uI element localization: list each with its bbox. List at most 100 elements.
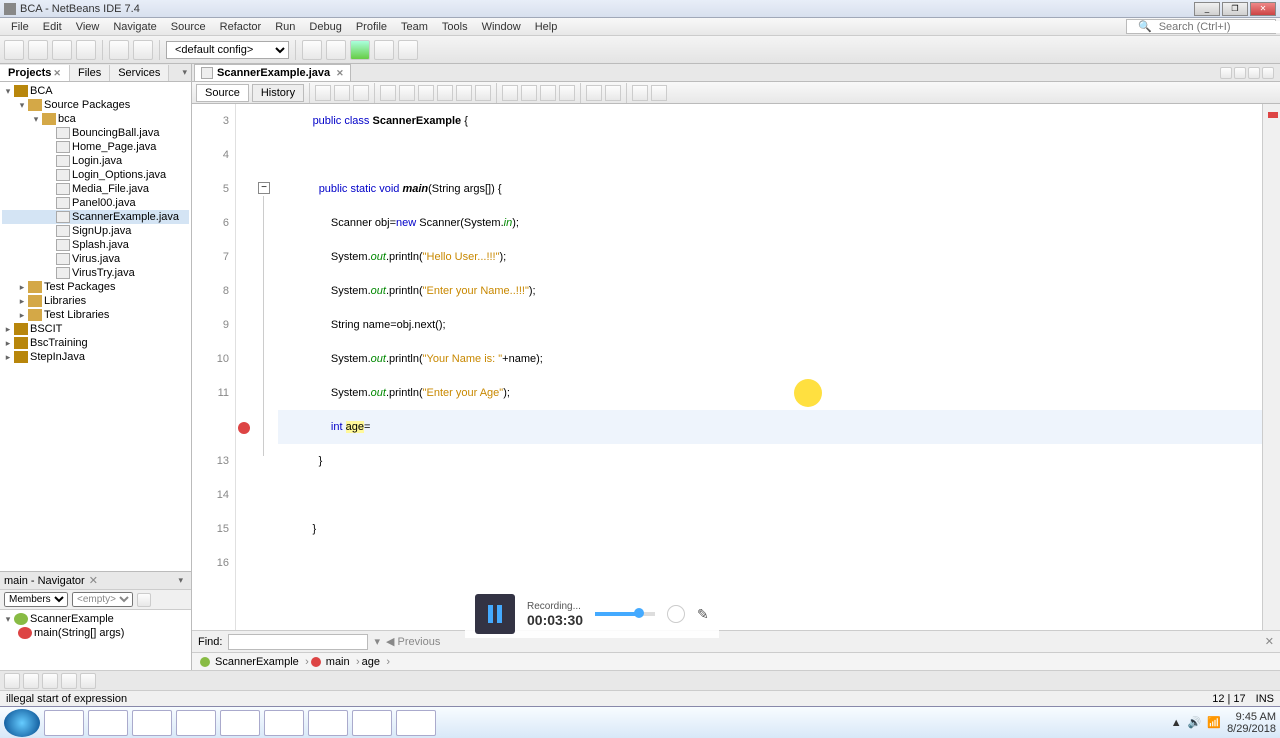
build-button[interactable] (302, 40, 322, 60)
taskbar-app[interactable] (176, 710, 216, 736)
run-button[interactable] (350, 40, 370, 60)
tab-list-button[interactable] (1248, 67, 1260, 79)
breadcrumb-item[interactable]: ScannerExample (196, 656, 307, 668)
project-tree[interactable]: ▾BCA▾Source Packages▾bcaBouncingBall.jav… (0, 82, 191, 571)
et-btn[interactable] (475, 85, 491, 101)
et-btn[interactable] (559, 85, 575, 101)
menu-run[interactable]: Run (268, 21, 302, 33)
menu-debug[interactable]: Debug (302, 21, 348, 33)
undo-button[interactable] (109, 40, 129, 60)
menu-refactor[interactable]: Refactor (213, 21, 269, 33)
tree-item[interactable]: Splash.java (2, 238, 189, 252)
menu-help[interactable]: Help (528, 21, 565, 33)
et-btn[interactable] (502, 85, 518, 101)
profile-button[interactable] (398, 40, 418, 60)
tree-item[interactable]: ▾bca (2, 112, 189, 126)
close-icon[interactable]: ✕ (336, 68, 344, 79)
fold-toggle[interactable]: − (258, 182, 270, 194)
menu-edit[interactable]: Edit (36, 21, 69, 33)
tree-item[interactable]: ▸Test Packages (2, 280, 189, 294)
btn[interactable] (61, 673, 77, 689)
et-btn[interactable] (456, 85, 472, 101)
open-project-button[interactable] (52, 40, 72, 60)
tree-item[interactable]: Virus.java (2, 252, 189, 266)
et-btn[interactable] (334, 85, 350, 101)
tray-icon[interactable]: 🔊 (1188, 716, 1202, 729)
et-btn[interactable] (418, 85, 434, 101)
filter-select[interactable]: <empty> (72, 592, 133, 607)
taskbar-app[interactable] (44, 710, 84, 736)
tab-services[interactable]: Services (110, 65, 169, 81)
tree-item[interactable]: ▸BSCIT (2, 322, 189, 336)
menu-team[interactable]: Team (394, 21, 435, 33)
et-btn[interactable] (605, 85, 621, 101)
members-select[interactable]: Members (4, 592, 68, 607)
nav-method[interactable]: main(String[] args) (2, 626, 189, 640)
tree-item[interactable]: ▸BscTraining (2, 336, 189, 350)
quick-search[interactable]: 🔍 (1126, 19, 1276, 34)
tab-prev-button[interactable] (1220, 67, 1232, 79)
close-icon[interactable]: ✕ (89, 574, 98, 587)
code-content[interactable]: public class ScannerExample { public sta… (278, 104, 1262, 630)
system-tray[interactable]: ▲ 🔊 📶 9:45 AM 8/29/2018 (1171, 711, 1276, 735)
tab-projects[interactable]: Projects✕ (0, 65, 70, 81)
tree-item[interactable]: Media_File.java (2, 182, 189, 196)
tab-next-button[interactable] (1234, 67, 1246, 79)
pause-button[interactable] (475, 594, 515, 634)
tree-item[interactable]: Home_Page.java (2, 140, 189, 154)
taskbar-app[interactable] (264, 710, 304, 736)
history-tab[interactable]: History (252, 84, 304, 102)
tab-files[interactable]: Files (70, 65, 110, 81)
close-icon[interactable]: ✕ (53, 68, 61, 78)
screen-recorder[interactable]: Recording... 00:03:30 ✎ (465, 590, 719, 638)
menu-window[interactable]: Window (475, 21, 528, 33)
breadcrumb-item[interactable]: main (307, 656, 358, 668)
taskbar-app[interactable] (352, 710, 392, 736)
tree-item[interactable]: Login.java (2, 154, 189, 168)
tray-icon[interactable]: ▲ (1171, 717, 1182, 729)
et-btn[interactable] (521, 85, 537, 101)
nav-settings-icon[interactable] (137, 593, 151, 607)
tree-item[interactable]: SignUp.java (2, 224, 189, 238)
tree-item[interactable]: ▾Source Packages (2, 98, 189, 112)
editor-tab[interactable]: ScannerExample.java ✕ (194, 64, 351, 81)
save-all-button[interactable] (76, 40, 96, 60)
maximize-button[interactable]: ❐ (1222, 2, 1248, 16)
source-tab[interactable]: Source (196, 84, 249, 102)
menu-profile[interactable]: Profile (349, 21, 394, 33)
nav-class[interactable]: ▾ScannerExample (2, 612, 189, 626)
nav-button[interactable] (42, 673, 58, 689)
redo-button[interactable] (133, 40, 153, 60)
menu-file[interactable]: File (4, 21, 36, 33)
tree-item[interactable]: ▾BCA (2, 84, 189, 98)
webcam-button[interactable] (667, 605, 685, 623)
breadcrumb-item[interactable]: age (358, 656, 388, 668)
tree-item[interactable]: Panel00.java (2, 196, 189, 210)
et-btn[interactable] (540, 85, 556, 101)
taskbar-app[interactable] (396, 710, 436, 736)
menu-source[interactable]: Source (164, 21, 213, 33)
debug-button[interactable] (374, 40, 394, 60)
taskbar-app[interactable] (220, 710, 260, 736)
tree-item[interactable]: ScannerExample.java (2, 210, 189, 224)
minimize-button[interactable]: _ (1194, 2, 1220, 16)
et-btn[interactable] (380, 85, 396, 101)
tray-icon[interactable]: 📶 (1207, 716, 1221, 729)
start-button[interactable] (4, 709, 40, 737)
panel-menu-icon[interactable]: ▾ (174, 575, 187, 586)
error-marker[interactable] (1268, 112, 1278, 118)
et-btn[interactable] (437, 85, 453, 101)
btn[interactable] (80, 673, 96, 689)
error-stripe[interactable] (1262, 104, 1280, 630)
et-btn[interactable] (632, 85, 648, 101)
taskbar-app[interactable] (132, 710, 172, 736)
annotate-icon[interactable]: ✎ (697, 606, 709, 623)
new-project-button[interactable] (28, 40, 48, 60)
new-file-button[interactable] (4, 40, 24, 60)
code-editor[interactable]: 3456789101113141516 − public class Scann… (192, 104, 1280, 630)
tree-item[interactable]: ▸Libraries (2, 294, 189, 308)
menu-navigate[interactable]: Navigate (106, 21, 163, 33)
et-btn[interactable] (651, 85, 667, 101)
volume-slider[interactable] (595, 612, 655, 616)
tree-item[interactable]: BouncingBall.java (2, 126, 189, 140)
